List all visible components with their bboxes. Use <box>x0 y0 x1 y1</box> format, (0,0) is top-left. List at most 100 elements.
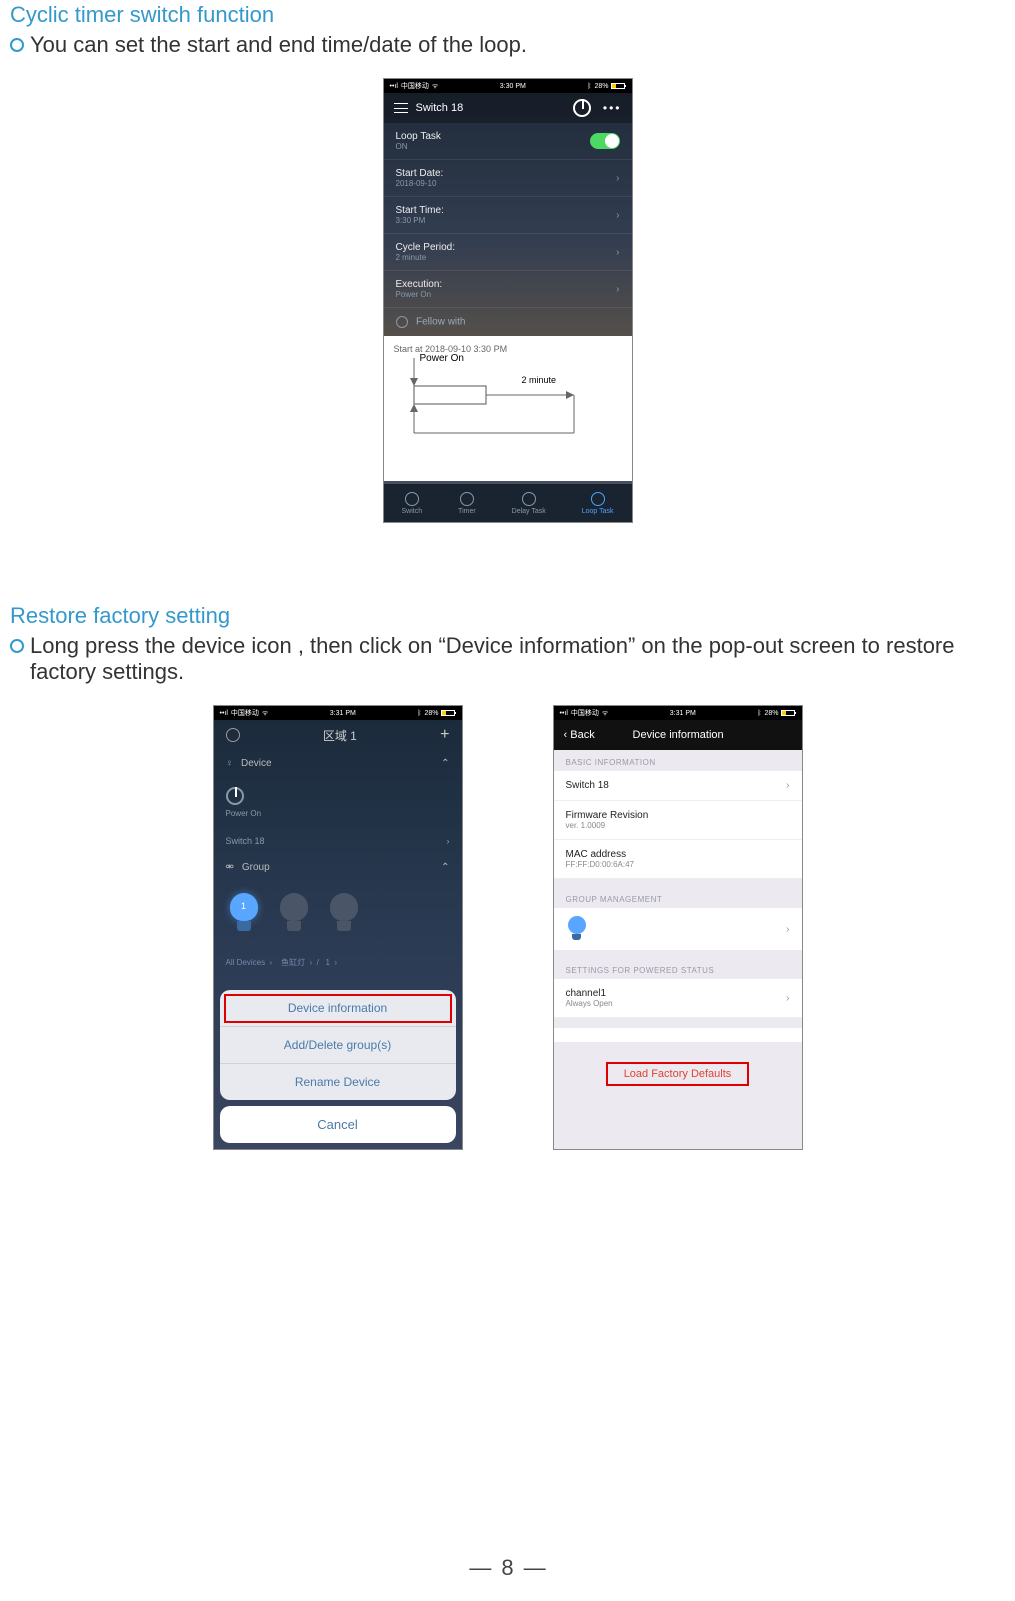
chevron-right-icon: › <box>616 247 619 258</box>
group-label: Group <box>242 862 270 873</box>
tab-switch[interactable]: Switch <box>401 492 422 515</box>
row-firmware: Firmware Revision ver. 1.0009 <box>554 801 802 840</box>
status-bar: ••ıl 中国移动 ᯤ 3:31 PM ᛒ 28% <box>214 706 462 720</box>
firmware-value: ver. 1.0009 <box>566 821 649 830</box>
section-powered-status: SETTINGS FOR POWERED STATUS <box>554 950 802 979</box>
signal-icon: ••ıl <box>560 710 568 717</box>
tab-delay-label: Delay Task <box>512 508 546 515</box>
tab-loop-label: Loop Task <box>582 508 614 515</box>
row-device[interactable]: ♀ Device ⌃ <box>214 750 462 777</box>
row-group-bulb[interactable]: › <box>554 908 802 950</box>
plus-icon[interactable]: + <box>440 726 449 744</box>
cyclic-text: You can set the start and end time/date … <box>30 32 527 58</box>
heading-cyclic: Cyclic timer switch function <box>10 2 1005 28</box>
bulb-off[interactable] <box>276 893 312 937</box>
sheet-device-info[interactable]: Device information <box>220 990 456 1027</box>
sheet-add-delete-group[interactable]: Add/Delete group(s) <box>220 1027 456 1064</box>
loop-toggle[interactable] <box>590 133 620 149</box>
page-number: —8— <box>0 1555 1015 1581</box>
switch-label: Switch 18 <box>226 836 265 846</box>
bulb-outline-icon: ♀ <box>226 758 234 769</box>
sheet-cancel[interactable]: Cancel <box>220 1106 456 1143</box>
group-icon: ⚮ <box>226 862 234 873</box>
app-header: Switch 18 ••• <box>384 93 632 123</box>
bulb-lit[interactable]: 1 <box>226 893 262 937</box>
device-label: Device <box>241 758 272 769</box>
cycle-period-value: 2 minute <box>396 253 455 262</box>
row-all-devices[interactable]: All Devices › 鱼缸灯 › / 1 › <box>214 949 462 976</box>
chevron-right-icon: › <box>786 993 789 1004</box>
status-bar: ••ıl 中国移动 ᯤ 3:30 PM ᛒ 28% <box>384 79 632 93</box>
tab-timer[interactable]: Timer <box>458 492 476 515</box>
bt-icon: ᛒ <box>587 83 591 90</box>
channel-label: channel1 <box>566 988 607 999</box>
power-label: Power On <box>226 809 262 818</box>
screenshot-device-info: ••ıl 中国移动 ᯤ 3:31 PM ᛒ 28% ‹ Back Device … <box>553 705 803 1150</box>
one-label: 1 <box>326 958 330 967</box>
heading-restore: Restore factory setting <box>10 603 1005 629</box>
diagram-box-label: Power On <box>420 353 464 364</box>
power-icon[interactable] <box>573 99 591 117</box>
diagram-period-label: 2 minute <box>522 375 557 385</box>
row-group[interactable]: ⚮ Group ⌃ <box>214 854 462 881</box>
execution-label: Execution: <box>396 279 443 290</box>
chevron-up-icon: ⌃ <box>441 862 449 873</box>
wifi-icon: ᯤ <box>262 709 268 718</box>
tab-timer-label: Timer <box>458 508 476 515</box>
zone-title: 区域 1 <box>323 727 357 744</box>
clock-label: 3:31 PM <box>670 710 696 717</box>
row-switch18[interactable]: Switch 18 › <box>214 828 462 854</box>
row-cycle-period[interactable]: Cycle Period: 2 minute › <box>384 234 632 271</box>
loop-diagram <box>394 358 614 458</box>
carrier-label: 中国移动 <box>231 708 259 718</box>
screenshot-loop-task: ••ıl 中国移动 ᯤ 3:30 PM ᛒ 28% Switch 18 ••• <box>383 78 633 523</box>
row-start-date[interactable]: Start Date: 2018-09-10 › <box>384 160 632 197</box>
wifi-icon: ᯤ <box>602 709 608 718</box>
battery-pct: 28% <box>594 83 608 90</box>
bullet-icon <box>10 38 24 52</box>
screenshot-action-sheet: ••ıl 中国移动 ᯤ 3:31 PM ᛒ 28% 区域 1 + ♀ Device… <box>213 705 463 1150</box>
more-icon[interactable]: ••• <box>603 101 622 115</box>
bt-icon: ᛒ <box>757 710 761 717</box>
radio-icon[interactable] <box>396 316 408 328</box>
page-num-value: 8 <box>501 1555 513 1580</box>
zone-header: 区域 1 + <box>214 720 462 750</box>
section-group-mgmt: GROUP MANAGEMENT <box>554 879 802 908</box>
status-bar: ••ıl 中国移动 ᯤ 3:31 PM ᛒ 28% <box>554 706 802 720</box>
section-restore-factory: Restore factory setting Long press the d… <box>10 603 1005 685</box>
start-date-label: Start Date: <box>396 168 444 179</box>
clock-label: 3:31 PM <box>330 710 356 717</box>
spacer <box>554 1028 802 1042</box>
row-channel1[interactable]: channel1 Always Open › <box>554 979 802 1018</box>
chevron-right-icon: › <box>616 210 619 221</box>
switch18-label: Switch 18 <box>566 780 609 791</box>
bullet-icon <box>10 639 24 653</box>
row-start-time[interactable]: Start Time: 3:30 PM › <box>384 197 632 234</box>
chevron-right-icon: › <box>447 836 450 846</box>
loop-icon <box>591 492 605 506</box>
bulb-off[interactable] <box>326 893 362 937</box>
tab-delay[interactable]: Delay Task <box>512 492 546 515</box>
switch-icon <box>405 492 419 506</box>
bulb-row: 1 <box>214 881 462 949</box>
device-tile[interactable]: Power On <box>214 777 462 828</box>
chevron-right-icon: › <box>786 780 789 791</box>
tab-loop[interactable]: Loop Task <box>582 492 614 515</box>
chevron-right-icon: › <box>616 173 619 184</box>
carrier-label: 中国移动 <box>401 81 429 91</box>
section-basic-info: BASIC INFORMATION <box>554 750 802 771</box>
row-execution[interactable]: Execution: Power On › <box>384 271 632 308</box>
load-factory-defaults-button[interactable]: Load Factory Defaults <box>606 1062 750 1086</box>
battery-icon <box>441 710 455 716</box>
cycle-period-label: Cycle Period: <box>396 242 455 253</box>
gear-icon[interactable] <box>226 728 240 742</box>
row-fellow-with[interactable]: Fellow with <box>384 308 632 336</box>
bullet-cyclic: You can set the start and end time/date … <box>10 32 1005 58</box>
menu-icon[interactable] <box>394 103 408 113</box>
row-switch18[interactable]: Switch 18 › <box>554 771 802 801</box>
sheet-rename-device[interactable]: Rename Device <box>220 1064 456 1100</box>
mac-label: MAC address <box>566 849 627 860</box>
chevron-up-icon: ⌃ <box>441 758 449 769</box>
bullet-restore: Long press the device icon , then click … <box>10 633 1005 685</box>
start-time-label: Start Time: <box>396 205 444 216</box>
